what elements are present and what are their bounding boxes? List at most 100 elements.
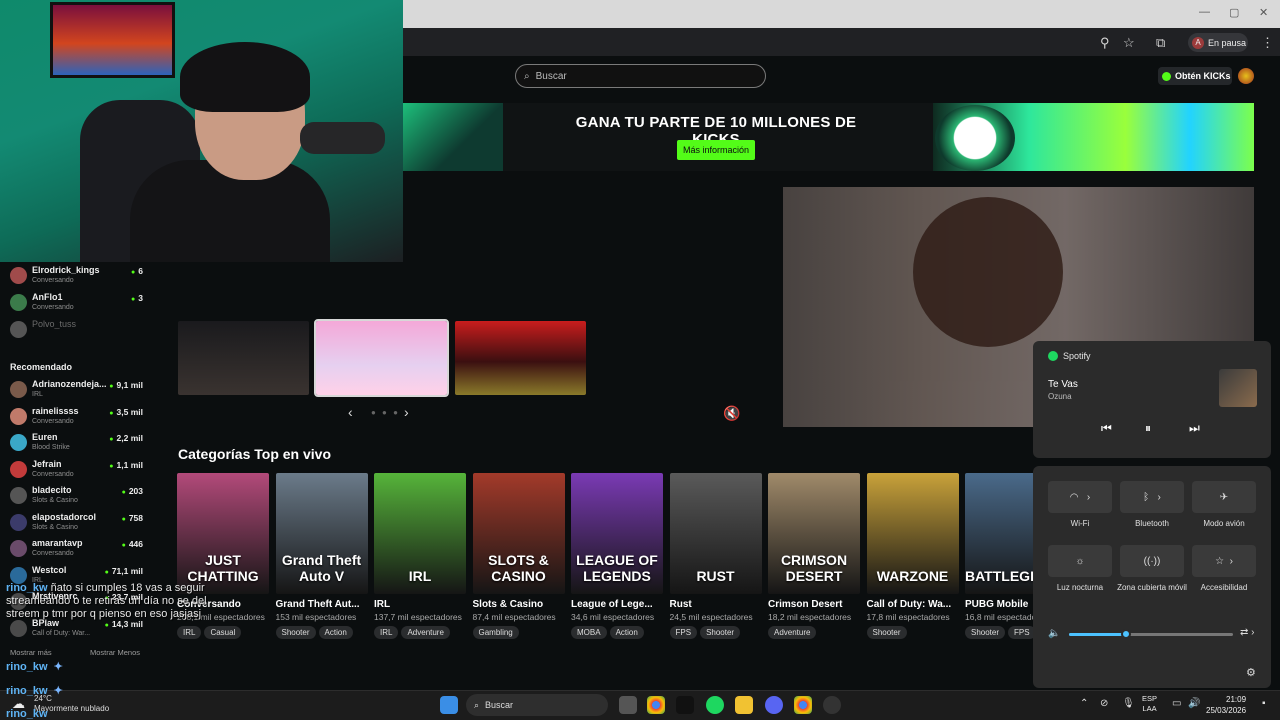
hotspot-toggle[interactable]: ((·)) [1120, 545, 1184, 577]
category-tag[interactable]: FPS [669, 626, 698, 639]
volume-icon[interactable]: 🔈 [1048, 628, 1060, 639]
chrome-icon[interactable] [794, 696, 812, 714]
minimize-icon[interactable]: — [1199, 6, 1210, 18]
recommended-channel[interactable]: bladecito Slots & Casino 203 [10, 485, 145, 511]
category-name[interactable]: IRL [374, 599, 466, 610]
category-card[interactable]: IRL IRL 137,7 mil espectadores IRL Adventure [374, 473, 466, 639]
category-tag[interactable]: FPS [1008, 626, 1036, 639]
carousel-prev-button[interactable]: ‹ [348, 404, 353, 420]
tiktok-icon[interactable] [676, 696, 694, 714]
category-card[interactable]: SLOTS & CASINO Slots & Casino 87,4 mil esp… [472, 473, 565, 639]
search-input[interactable]: ⌕ Buscar [515, 64, 766, 88]
category-card[interactable]: CRIMSON DESERT Crimson Desert 18,2 mil esp… [768, 473, 860, 639]
browser-menu-icon[interactable]: ⋮ [1261, 35, 1274, 51]
taskbar-clock[interactable]: 21:09 25/03/2026 [1206, 694, 1246, 716]
taskbar-search[interactable]: ⌕ Buscar [466, 694, 608, 716]
maximize-icon[interactable]: ▢ [1229, 6, 1239, 19]
windows-start-icon[interactable] [440, 696, 458, 714]
category-cover[interactable]: LEAGUE OF LEGENDS [571, 473, 663, 594]
chrome-icon[interactable] [647, 696, 665, 714]
category-card[interactable]: RUST Rust 24,5 mil espectadores FPS Shooter [669, 473, 762, 639]
more-info-button[interactable]: Más información [677, 140, 755, 160]
category-tag[interactable]: Shooter [866, 626, 907, 639]
category-cover[interactable]: SLOTS & CASINO [472, 473, 565, 594]
user-avatar[interactable] [1238, 68, 1254, 84]
extensions-icon[interactable]: ⧉ [1156, 35, 1165, 51]
category-tag[interactable]: Action [318, 626, 353, 639]
category-tag[interactable]: Adventure [401, 626, 450, 639]
category-cover[interactable]: IRL [374, 473, 466, 594]
settings-gear-icon[interactable]: ⚙ [1246, 666, 1256, 679]
category-name[interactable]: Rust [670, 599, 762, 610]
carousel-next-button[interactable]: › [404, 404, 409, 420]
category-cover[interactable]: RUST [669, 473, 762, 594]
notification-bell-icon[interactable]: ▪ [1262, 698, 1266, 709]
category-card[interactable]: Grand Theft Auto V Grand Theft Aut... 153 … [275, 473, 368, 639]
close-icon[interactable]: ✕ [1259, 6, 1268, 19]
category-tag[interactable]: Shooter [700, 626, 741, 639]
next-track-icon[interactable]: ⏭ [1189, 421, 1200, 436]
category-tag[interactable]: Shooter [965, 626, 1006, 639]
show-less-link[interactable]: Mostrar Menos [90, 648, 140, 657]
keyboard-language[interactable]: ESP LAA [1142, 694, 1157, 714]
app-icon[interactable] [823, 696, 841, 714]
category-cover[interactable]: JUST CHATTING [177, 473, 269, 594]
following-channel[interactable]: Elrodrick_kings Conversando 6 [10, 265, 145, 291]
night-light-toggle[interactable]: ☼ [1048, 545, 1112, 577]
show-more-link[interactable]: Mostrar más [10, 648, 52, 657]
recommended-channel[interactable]: Adrianozendeja... IRL 9,1 mil [10, 379, 145, 405]
category-tag[interactable]: Gambling [472, 626, 519, 639]
network-icon[interactable]: ▭ [1172, 698, 1181, 709]
speaker-icon[interactable]: 🔊 [1188, 698, 1200, 709]
carousel-thumb-2[interactable] [314, 319, 449, 397]
category-name[interactable]: Slots & Casino [473, 599, 565, 610]
category-name[interactable]: Call of Duty: Wa... [867, 599, 959, 610]
previous-track-icon[interactable]: ⏮ [1101, 421, 1112, 436]
category-tag[interactable]: Action [609, 626, 644, 639]
discord-icon[interactable] [765, 696, 783, 714]
category-name[interactable]: Grand Theft Aut... [276, 599, 368, 610]
muted-speaker-icon[interactable]: 🔇 [723, 405, 740, 422]
recommended-channel[interactable]: Euren Blood Strike 2,2 mil [10, 432, 145, 458]
chevron-right-icon[interactable]: › [1158, 492, 1161, 503]
task-view-icon[interactable] [619, 696, 637, 714]
category-cover[interactable]: WARZONE [866, 473, 959, 594]
chevron-right-icon[interactable]: › [1230, 556, 1233, 567]
network-off-icon[interactable]: ⊘ [1100, 698, 1108, 709]
category-tag[interactable]: IRL [177, 626, 202, 639]
category-cover[interactable]: CRIMSON DESERT [768, 473, 860, 594]
tray-chevron-up-icon[interactable]: ⌃ [1080, 698, 1088, 709]
carousel-thumb-3[interactable] [455, 321, 586, 395]
get-kicks-button[interactable]: Obtén KICKs [1158, 67, 1232, 85]
profile-chip[interactable]: A En pausa [1188, 33, 1248, 52]
bluetooth-toggle[interactable]: ᛒ › [1120, 481, 1184, 513]
mic-icon[interactable]: 🎙 [1122, 698, 1135, 709]
bookmark-star-icon[interactable]: ☆ [1123, 35, 1135, 51]
zoom-icon[interactable]: ⚲ [1100, 35, 1110, 51]
pause-icon[interactable]: ⏸ [1145, 421, 1151, 436]
audio-output-icon[interactable]: ⇄ › [1240, 627, 1255, 638]
category-cover[interactable]: Grand Theft Auto V [275, 473, 368, 594]
category-tag[interactable]: Shooter [275, 626, 316, 639]
airplane-toggle[interactable]: ✈ [1192, 481, 1256, 513]
address-bar[interactable]: ⚲ ☆ ⧉ ⋮ [403, 28, 1280, 56]
category-tag[interactable]: Adventure [768, 626, 817, 639]
recommended-channel[interactable]: JefrainConversando 1,1 mil [10, 459, 145, 485]
file-explorer-icon[interactable] [735, 696, 753, 714]
category-name[interactable]: League of Lege... [571, 599, 663, 610]
wifi-toggle[interactable]: ◠ › [1048, 481, 1112, 513]
volume-slider[interactable] [1069, 629, 1233, 639]
category-tag[interactable]: IRL [374, 626, 399, 639]
carousel-thumb-1[interactable] [178, 321, 309, 395]
accessibility-toggle[interactable]: ☆ › [1192, 545, 1256, 577]
category-card[interactable]: WARZONE Call of Duty: Wa... 17,8 mil espec… [866, 473, 959, 639]
recommended-channel[interactable]: amarantavp Conversando 446 [10, 538, 145, 564]
category-tag[interactable]: MOBA [571, 626, 607, 639]
category-card[interactable]: LEAGUE OF LEGENDS League of Lege... 34,6 m… [571, 473, 663, 639]
following-channel[interactable]: Polvo_tuss [10, 319, 145, 345]
recommended-channel[interactable]: rainelissssConversando 3,5 mil [10, 406, 145, 432]
spotify-icon[interactable] [706, 696, 724, 714]
recommended-channel[interactable]: BPlawCall of Duty: War...14,3 mil [10, 618, 145, 644]
recommended-channel[interactable]: elapostadorcolSlots & Casino 758 [10, 512, 145, 538]
chevron-right-icon[interactable]: › [1087, 492, 1090, 503]
